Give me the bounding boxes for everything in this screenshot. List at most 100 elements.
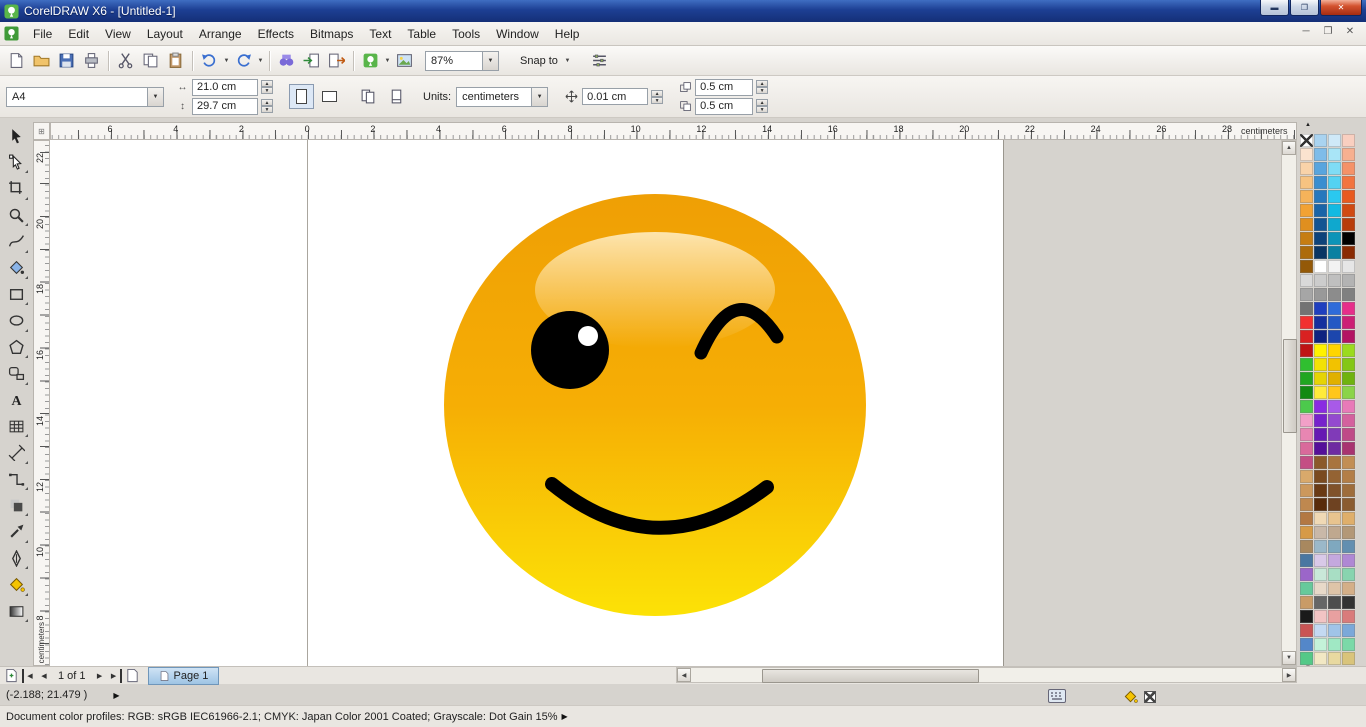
next-page-button[interactable]: ▶ — [92, 669, 108, 683]
parallel-dimension-tool[interactable] — [5, 441, 29, 465]
color-swatch[interactable] — [1328, 568, 1341, 581]
color-eyedropper-tool[interactable] — [5, 520, 29, 544]
crop-tool[interactable] — [5, 177, 29, 201]
color-swatch[interactable] — [1314, 190, 1327, 203]
color-swatch[interactable] — [1314, 358, 1327, 371]
color-swatch[interactable] — [1314, 260, 1327, 273]
nudge-offset-spinner[interactable]: ▲▼ — [651, 90, 663, 104]
color-swatch[interactable] — [1314, 442, 1327, 455]
menu-tools[interactable]: Tools — [444, 24, 488, 44]
drawing-window[interactable] — [50, 140, 1281, 666]
color-swatch[interactable] — [1328, 148, 1341, 161]
color-swatch[interactable] — [1300, 540, 1313, 553]
smart-fill-tool[interactable] — [5, 256, 29, 280]
table-tool[interactable] — [5, 414, 29, 438]
color-swatch[interactable] — [1342, 540, 1355, 553]
page-width-input[interactable]: 21.0 cm — [192, 79, 258, 96]
redo-button[interactable] — [231, 49, 256, 73]
color-swatch[interactable] — [1300, 652, 1313, 665]
color-swatch[interactable] — [1328, 302, 1341, 315]
color-swatch[interactable] — [1314, 414, 1327, 427]
color-swatch[interactable] — [1328, 386, 1341, 399]
menu-text[interactable]: Text — [361, 24, 399, 44]
color-swatch[interactable] — [1314, 610, 1327, 623]
color-swatch[interactable] — [1328, 512, 1341, 525]
undo-dropdown-arrow[interactable]: ▼ — [222, 58, 231, 64]
color-swatch[interactable] — [1314, 652, 1327, 665]
color-swatch[interactable] — [1342, 610, 1355, 623]
color-swatch[interactable] — [1328, 554, 1341, 567]
color-swatch[interactable] — [1314, 428, 1327, 441]
color-swatch[interactable] — [1314, 372, 1327, 385]
color-swatch[interactable] — [1314, 624, 1327, 637]
previous-page-button[interactable]: ◀ — [36, 669, 52, 683]
color-swatch[interactable] — [1342, 302, 1355, 315]
color-swatch[interactable] — [1342, 232, 1355, 245]
color-swatch[interactable] — [1342, 134, 1355, 147]
color-swatch[interactable] — [1328, 624, 1341, 637]
color-swatch[interactable] — [1314, 582, 1327, 595]
rectangle-tool[interactable] — [5, 282, 29, 306]
duplicate-x-input[interactable]: 0.5 cm — [695, 79, 753, 96]
color-swatch[interactable] — [1300, 554, 1313, 567]
undo-button[interactable] — [197, 49, 222, 73]
basic-shapes-tool[interactable] — [5, 362, 29, 386]
color-swatch[interactable] — [1314, 330, 1327, 343]
color-swatch[interactable] — [1328, 260, 1341, 273]
color-swatch[interactable] — [1300, 288, 1313, 301]
color-swatch[interactable] — [1314, 400, 1327, 413]
mdi-restore-button[interactable]: ❐ — [1320, 26, 1336, 37]
color-swatch[interactable] — [1300, 204, 1313, 217]
color-swatch[interactable] — [1300, 610, 1313, 623]
color-swatch[interactable] — [1342, 582, 1355, 595]
color-swatch[interactable] — [1342, 358, 1355, 371]
color-swatch[interactable] — [1342, 554, 1355, 567]
mdi-close-button[interactable]: ✕ — [1342, 26, 1358, 37]
menu-edit[interactable]: Edit — [60, 24, 97, 44]
color-swatch[interactable] — [1342, 218, 1355, 231]
menu-bitmaps[interactable]: Bitmaps — [302, 24, 361, 44]
color-swatch[interactable] — [1300, 484, 1313, 497]
color-swatch[interactable] — [1314, 232, 1327, 245]
import-button[interactable] — [299, 49, 324, 73]
polygon-tool[interactable] — [5, 335, 29, 359]
color-swatch[interactable] — [1342, 260, 1355, 273]
color-swatch[interactable] — [1328, 526, 1341, 539]
color-swatch[interactable] — [1342, 498, 1355, 511]
horizontal-scrollbar[interactable]: ◀ ▶ — [676, 667, 1297, 683]
interactive-fill-tool[interactable] — [5, 599, 29, 623]
color-swatch[interactable] — [1328, 162, 1341, 175]
menu-layout[interactable]: Layout — [139, 24, 191, 44]
print-button[interactable] — [79, 49, 104, 73]
current-page-button[interactable] — [384, 84, 409, 109]
snap-to-dropdown[interactable]: Snap to ▼ — [513, 55, 579, 67]
color-swatch[interactable] — [1314, 638, 1327, 651]
color-swatch[interactable] — [1300, 596, 1313, 609]
page-height-spinner[interactable]: ▲▼ — [261, 99, 273, 113]
color-swatch[interactable] — [1300, 162, 1313, 175]
color-swatch[interactable] — [1314, 204, 1327, 217]
export-button[interactable] — [324, 49, 349, 73]
color-swatch[interactable] — [1300, 176, 1313, 189]
color-swatch[interactable] — [1342, 442, 1355, 455]
color-swatch[interactable] — [1300, 148, 1313, 161]
color-swatch[interactable] — [1342, 568, 1355, 581]
color-swatch[interactable] — [1342, 512, 1355, 525]
color-swatch[interactable] — [1314, 246, 1327, 259]
application-launcher-button[interactable] — [358, 49, 383, 73]
first-page-button[interactable]: ◀ — [22, 669, 36, 683]
straight-line-connector-tool[interactable] — [5, 467, 29, 491]
color-swatch[interactable] — [1328, 540, 1341, 553]
color-swatch[interactable] — [1300, 400, 1313, 413]
color-swatch[interactable] — [1300, 512, 1313, 525]
vertical-scrollbar[interactable]: ▲ ▼ — [1281, 140, 1297, 666]
color-swatch[interactable] — [1342, 596, 1355, 609]
last-page-button[interactable]: ▶ — [108, 669, 122, 683]
color-swatch[interactable] — [1314, 526, 1327, 539]
color-swatch[interactable] — [1328, 344, 1341, 357]
color-swatch[interactable] — [1342, 638, 1355, 651]
color-swatch[interactable] — [1300, 232, 1313, 245]
color-swatch[interactable] — [1342, 344, 1355, 357]
add-page-icon[interactable] — [4, 668, 19, 683]
color-swatch[interactable] — [1328, 204, 1341, 217]
